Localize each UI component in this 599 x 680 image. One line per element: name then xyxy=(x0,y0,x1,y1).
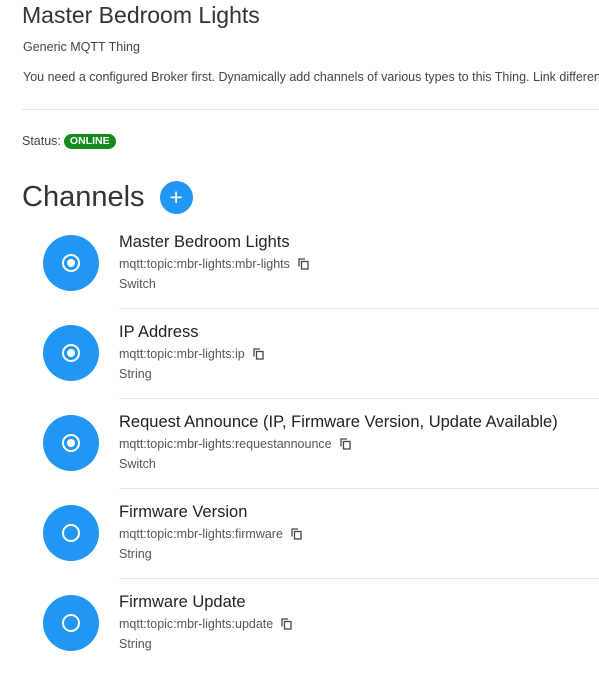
channel-unlinked-icon xyxy=(43,505,99,561)
status-label: Status: xyxy=(22,134,61,148)
channel-linked-icon xyxy=(43,235,99,291)
channel-linked-icon xyxy=(43,415,99,471)
channel-item[interactable]: Firmware Update mqtt:topic:mbr-lights:up… xyxy=(0,592,599,680)
channel-name: Firmware Version xyxy=(119,503,248,521)
item-divider xyxy=(119,308,599,309)
channel-name: Master Bedroom Lights xyxy=(119,233,290,251)
copy-icon[interactable] xyxy=(291,528,302,540)
copy-icon[interactable] xyxy=(281,618,292,630)
item-divider xyxy=(119,488,599,489)
header-divider xyxy=(22,109,599,110)
copy-icon[interactable] xyxy=(253,348,264,360)
channel-uid: mqtt:topic:mbr-lights:requestannounce xyxy=(119,437,332,451)
thing-description: You need a configured Broker first. Dyna… xyxy=(23,70,599,84)
channel-type: String xyxy=(119,547,152,561)
channel-type: String xyxy=(119,367,152,381)
channel-uid: mqtt:topic:mbr-lights:ip xyxy=(119,347,245,361)
item-divider xyxy=(119,398,599,399)
channel-type: String xyxy=(119,637,152,651)
channel-uid: mqtt:topic:mbr-lights:update xyxy=(119,617,274,631)
channel-type: Switch xyxy=(119,277,156,291)
channels-header: Channels + xyxy=(22,178,193,216)
copy-icon[interactable] xyxy=(339,438,351,450)
copy-icon[interactable] xyxy=(298,258,309,270)
channel-name: Request Announce (IP, Firmware Version, … xyxy=(119,413,558,431)
status-row: Status: ONLINE xyxy=(22,133,116,149)
channel-uid: mqtt:topic:mbr-lights:mbr-lights xyxy=(119,257,290,271)
channel-unlinked-icon xyxy=(43,595,99,651)
channel-type: Switch xyxy=(119,457,156,471)
add-channel-button[interactable]: + xyxy=(159,180,193,214)
channel-name: Firmware Update xyxy=(119,593,246,611)
item-divider xyxy=(119,578,599,579)
channel-name: IP Address xyxy=(119,323,199,341)
channel-uid: mqtt:topic:mbr-lights:firmware xyxy=(119,527,283,541)
thing-type-label: Generic MQTT Thing xyxy=(23,40,140,54)
page-title: Master Bedroom Lights xyxy=(22,2,260,28)
status-badge: ONLINE xyxy=(63,133,116,149)
plus-icon: + xyxy=(169,183,183,210)
channels-title: Channels xyxy=(22,180,145,213)
channel-linked-icon xyxy=(43,325,99,381)
thing-page: Master Bedroom Lights Generic MQTT Thing… xyxy=(0,0,599,680)
